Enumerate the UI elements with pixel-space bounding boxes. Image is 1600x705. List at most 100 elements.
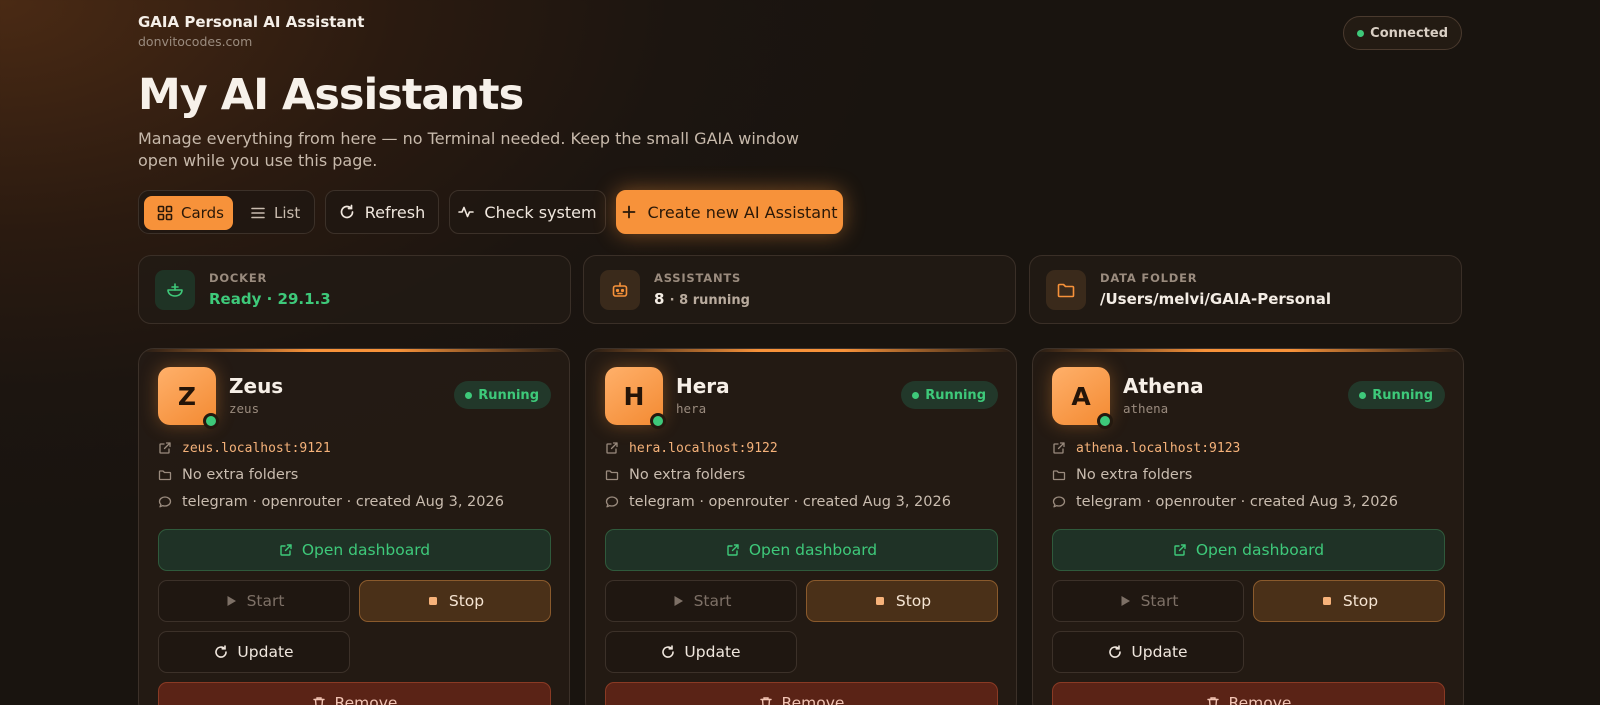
connection-status-badge: Connected bbox=[1343, 16, 1462, 50]
folder-icon bbox=[1046, 270, 1086, 310]
assistant-meta: telegram · openrouter · created Aug 3, 2… bbox=[605, 492, 951, 512]
assistant-url-link[interactable]: hera.localhost:9122 bbox=[605, 438, 778, 458]
stat-assistants-detail: · 8 running bbox=[669, 293, 750, 308]
open-dashboard-label: Open dashboard bbox=[1195, 541, 1325, 559]
play-icon bbox=[674, 596, 683, 606]
online-dot-icon bbox=[1097, 413, 1113, 429]
stat-assistants-count: 8 bbox=[654, 290, 665, 308]
connection-dot-icon bbox=[1357, 30, 1365, 37]
update-button[interactable]: Update bbox=[605, 631, 797, 673]
assistant-url-link[interactable]: athena.localhost:9123 bbox=[1052, 438, 1240, 458]
remove-label: Remove bbox=[1228, 694, 1292, 705]
grid-icon bbox=[157, 205, 173, 221]
remove-button[interactable]: Remove bbox=[605, 682, 998, 705]
toolbar: Cards List Refresh Check system Create n… bbox=[138, 190, 1462, 234]
view-cards-button[interactable]: Cards bbox=[144, 196, 233, 230]
update-button[interactable]: Update bbox=[1052, 631, 1244, 673]
start-button[interactable]: Start bbox=[158, 580, 350, 622]
trash-icon bbox=[759, 697, 772, 705]
remove-label: Remove bbox=[781, 694, 845, 705]
open-dashboard-button[interactable]: Open dashboard bbox=[1052, 529, 1445, 571]
stat-docker-value: Ready · 29.1.3 bbox=[209, 290, 331, 308]
stat-data-folder-label: DATA FOLDER bbox=[1100, 271, 1198, 285]
play-icon bbox=[1121, 596, 1130, 606]
assistant-name: Hera bbox=[676, 374, 730, 398]
update-label: Update bbox=[1131, 643, 1188, 661]
start-button[interactable]: Start bbox=[605, 580, 797, 622]
assistant-meta: telegram · openrouter · created Aug 3, 2… bbox=[1052, 492, 1398, 512]
open-dashboard-button[interactable]: Open dashboard bbox=[605, 529, 998, 571]
assistant-card-hera: H Hera hera Running hera.localhost:9122 … bbox=[585, 348, 1017, 705]
stop-label: Stop bbox=[448, 592, 485, 610]
status-label: Running bbox=[1372, 387, 1433, 403]
assistant-meta: telegram · openrouter · created Aug 3, 2… bbox=[158, 492, 504, 512]
assistant-url-link[interactable]: zeus.localhost:9121 bbox=[158, 438, 331, 458]
update-button[interactable]: Update bbox=[158, 631, 350, 673]
assistant-name: Zeus bbox=[229, 374, 284, 398]
remove-button[interactable]: Remove bbox=[1052, 682, 1445, 705]
status-dot-icon bbox=[912, 392, 920, 399]
refresh-icon bbox=[662, 645, 675, 658]
status-label: Running bbox=[925, 387, 986, 403]
open-dashboard-button[interactable]: Open dashboard bbox=[158, 529, 551, 571]
stat-data-folder-value: /Users/melvi/GAIA-Personal bbox=[1100, 290, 1331, 308]
assistant-slug: hera bbox=[676, 401, 707, 416]
status-badge: Running bbox=[454, 381, 551, 409]
status-badge: Running bbox=[901, 381, 998, 409]
external-link-icon bbox=[1053, 442, 1065, 454]
assistant-url: zeus.localhost:9121 bbox=[182, 440, 331, 456]
folder-icon bbox=[1052, 470, 1066, 481]
docker-icon bbox=[155, 270, 195, 310]
page-description: Manage everything from here — no Termina… bbox=[138, 129, 799, 170]
assistant-folders-label: No extra folders bbox=[1076, 467, 1193, 483]
stat-assistants-value: 8 · 8 running bbox=[654, 290, 750, 308]
assistant-meta-label: telegram · openrouter · created Aug 3, 2… bbox=[182, 494, 504, 510]
start-button[interactable]: Start bbox=[1052, 580, 1244, 622]
external-link-icon bbox=[606, 442, 618, 454]
stop-button[interactable]: Stop bbox=[1253, 580, 1445, 622]
stop-button[interactable]: Stop bbox=[806, 580, 998, 622]
refresh-button[interactable]: Refresh bbox=[325, 190, 439, 234]
assistant-folders: No extra folders bbox=[158, 465, 298, 485]
assistant-folders-label: No extra folders bbox=[629, 467, 746, 483]
assistant-card-athena: A Athena athena Running athena.localhost… bbox=[1032, 348, 1464, 705]
chat-bubble-icon bbox=[1052, 496, 1066, 508]
trash-icon bbox=[1206, 697, 1219, 705]
check-system-button[interactable]: Check system bbox=[449, 190, 606, 234]
connection-status-label: Connected bbox=[1370, 25, 1448, 41]
update-label: Update bbox=[684, 643, 741, 661]
view-toggle: Cards List bbox=[138, 190, 315, 234]
play-icon bbox=[227, 596, 236, 606]
folder-icon bbox=[605, 470, 619, 481]
assistant-card-zeus: Z Zeus zeus Running zeus.localhost:9121 … bbox=[138, 348, 570, 705]
view-list-label: List bbox=[274, 204, 301, 222]
online-dot-icon bbox=[650, 413, 666, 429]
assistant-url: athena.localhost:9123 bbox=[1076, 440, 1241, 456]
chat-bubble-icon bbox=[158, 496, 172, 508]
view-cards-label: Cards bbox=[181, 204, 224, 222]
external-link-icon bbox=[1174, 544, 1186, 556]
stop-button[interactable]: Stop bbox=[359, 580, 551, 622]
create-assistant-label: Create new AI Assistant bbox=[647, 202, 838, 222]
update-label: Update bbox=[237, 643, 294, 661]
status-dot-icon bbox=[465, 392, 473, 399]
remove-label: Remove bbox=[334, 694, 398, 705]
status-label: Running bbox=[478, 387, 539, 403]
status-dot-icon bbox=[1359, 392, 1367, 399]
external-link-icon bbox=[727, 544, 739, 556]
activity-icon bbox=[458, 206, 475, 218]
open-dashboard-label: Open dashboard bbox=[748, 541, 878, 559]
list-icon bbox=[251, 207, 265, 219]
assistant-slug: zeus bbox=[229, 401, 260, 416]
stop-label: Stop bbox=[1342, 592, 1379, 610]
assistant-name: Athena bbox=[1123, 374, 1204, 398]
stop-icon bbox=[875, 597, 884, 605]
create-assistant-button[interactable]: Create new AI Assistant bbox=[616, 190, 843, 234]
remove-button[interactable]: Remove bbox=[158, 682, 551, 705]
view-list-button[interactable]: List bbox=[246, 196, 311, 230]
start-label: Start bbox=[246, 592, 285, 610]
stat-docker-label: DOCKER bbox=[209, 271, 268, 285]
assistant-slug: athena bbox=[1123, 401, 1169, 416]
top-bar: GAIA Personal AI Assistant donvitocodes.… bbox=[138, 13, 1462, 53]
assistant-url: hera.localhost:9122 bbox=[629, 440, 778, 456]
